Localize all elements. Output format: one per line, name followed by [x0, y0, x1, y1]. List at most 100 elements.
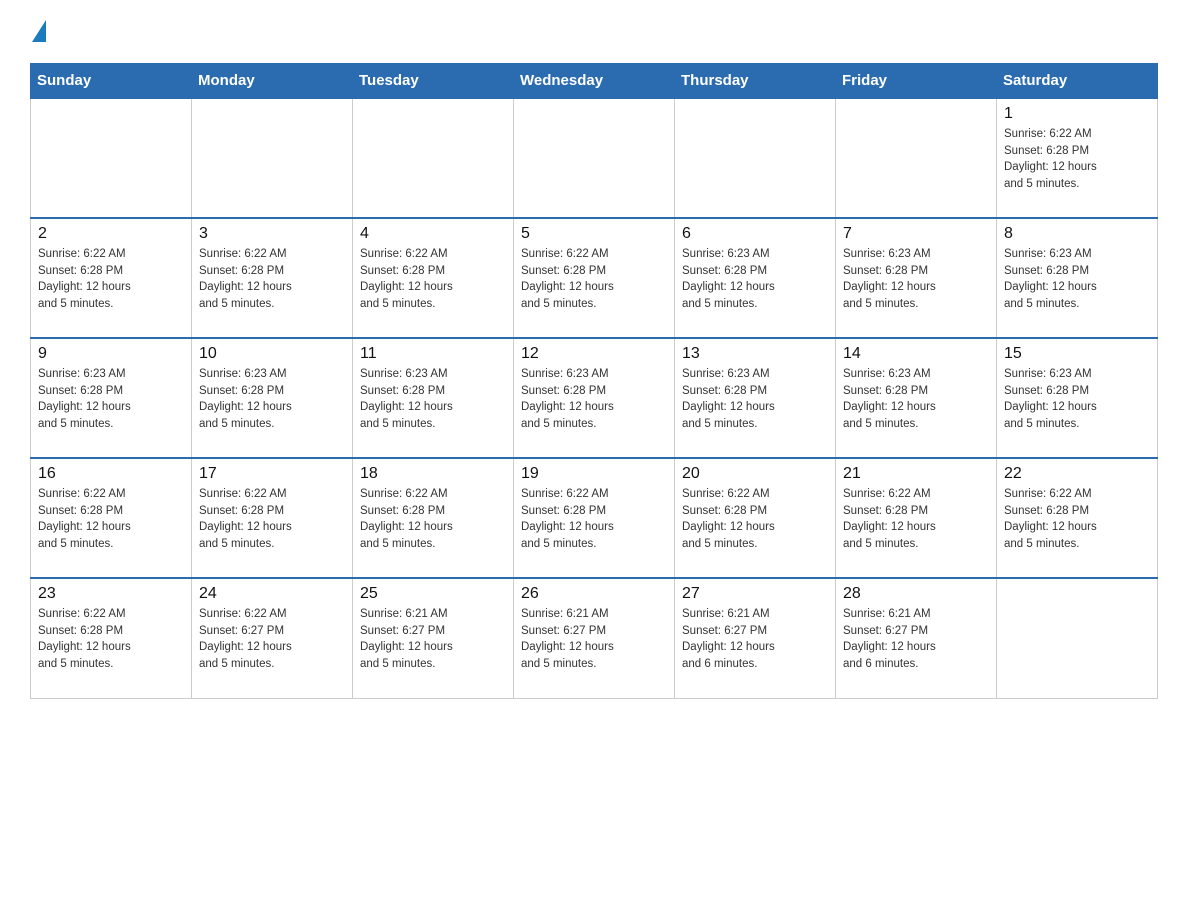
calendar-cell: 22Sunrise: 6:22 AMSunset: 6:28 PMDayligh…: [997, 458, 1158, 578]
day-number: 15: [1004, 345, 1150, 363]
calendar-cell: 24Sunrise: 6:22 AMSunset: 6:27 PMDayligh…: [192, 578, 353, 698]
day-info: Sunrise: 6:22 AMSunset: 6:28 PMDaylight:…: [360, 486, 506, 553]
day-number: 12: [521, 345, 667, 363]
day-number: 7: [843, 225, 989, 243]
day-number: 5: [521, 225, 667, 243]
day-header-monday: Monday: [192, 64, 353, 99]
calendar-week-row: 16 Sunrise: 6:22 AMSunset: 6:28 PMDayligh…: [31, 458, 1158, 578]
calendar-header-row: SundayMondayTuesdayWednesdayThursdayFrid…: [31, 64, 1158, 99]
day-number: 23: [38, 585, 184, 603]
day-number: 1: [1004, 105, 1150, 123]
day-header-tuesday: Tuesday: [353, 64, 514, 99]
day-number: 17: [199, 465, 345, 483]
day-info: Sunrise: 6:22 AMSunset: 6:28 PMDaylight:…: [38, 246, 184, 313]
day-header-friday: Friday: [836, 64, 997, 99]
calendar-cell: 13Sunrise: 6:23 AMSunset: 6:28 PMDayligh…: [675, 338, 836, 458]
calendar-week-row: 1 Sunrise: 6:22 AMSunset: 6:28 PMDaylight…: [31, 98, 1158, 218]
calendar-cell: [997, 578, 1158, 698]
calendar-cell: 16 Sunrise: 6:22 AMSunset: 6:28 PMDayligh…: [31, 458, 192, 578]
day-info: Sunrise: 6:23 AMSunset: 6:28 PMDaylight:…: [199, 366, 345, 433]
day-info: Sunrise: 6:23 AMSunset: 6:28 PMDaylight:…: [1004, 246, 1150, 313]
calendar-cell: 6 Sunrise: 6:23 AMSunset: 6:28 PMDaylight…: [675, 218, 836, 338]
day-info: Sunrise: 6:23 AMSunset: 6:28 PMDaylight:…: [682, 366, 828, 433]
calendar-cell: [514, 98, 675, 218]
calendar-cell: 1 Sunrise: 6:22 AMSunset: 6:28 PMDaylight…: [997, 98, 1158, 218]
calendar-cell: [192, 98, 353, 218]
calendar-cell: [31, 98, 192, 218]
day-info: Sunrise: 6:22 AMSunset: 6:28 PMDaylight:…: [38, 486, 184, 553]
calendar-cell: 4 Sunrise: 6:22 AMSunset: 6:28 PMDaylight…: [353, 218, 514, 338]
calendar-week-row: 9 Sunrise: 6:23 AMSunset: 6:28 PMDaylight…: [31, 338, 1158, 458]
calendar-cell: 17 Sunrise: 6:22 AMSunset: 6:28 PMDayligh…: [192, 458, 353, 578]
day-number: 6: [682, 225, 828, 243]
day-info: Sunrise: 6:21 AMSunset: 6:27 PMDaylight:…: [521, 606, 667, 673]
day-number: 27: [682, 585, 828, 603]
calendar-cell: 20 Sunrise: 6:22 AMSunset: 6:28 PMDayligh…: [675, 458, 836, 578]
day-number: 18: [360, 465, 506, 483]
day-info: Sunrise: 6:22 AMSunset: 6:28 PMDaylight:…: [360, 246, 506, 313]
day-info: Sunrise: 6:22 AMSunset: 6:28 PMDaylight:…: [521, 486, 667, 553]
day-info: Sunrise: 6:22 AMSunset: 6:28 PMDaylight:…: [1004, 126, 1150, 193]
day-info: Sunrise: 6:22 AMSunset: 6:28 PMDaylight:…: [682, 486, 828, 553]
day-info: Sunrise: 6:23 AMSunset: 6:28 PMDaylight:…: [38, 366, 184, 433]
day-info: Sunrise: 6:23 AMSunset: 6:28 PMDaylight:…: [1004, 366, 1150, 433]
day-number: 16: [38, 465, 184, 483]
calendar-cell: [353, 98, 514, 218]
day-info: Sunrise: 6:22 AMSunset: 6:28 PMDaylight:…: [843, 486, 989, 553]
day-number: 8: [1004, 225, 1150, 243]
day-info: Sunrise: 6:21 AMSunset: 6:27 PMDaylight:…: [682, 606, 828, 673]
day-header-wednesday: Wednesday: [514, 64, 675, 99]
calendar-cell: 11 Sunrise: 6:23 AMSunset: 6:28 PMDayligh…: [353, 338, 514, 458]
day-number: 19: [521, 465, 667, 483]
day-number: 28: [843, 585, 989, 603]
logo-arrow: [32, 20, 46, 45]
calendar-cell: 26Sunrise: 6:21 AMSunset: 6:27 PMDayligh…: [514, 578, 675, 698]
day-info: Sunrise: 6:21 AMSunset: 6:27 PMDaylight:…: [843, 606, 989, 673]
calendar-cell: 21 Sunrise: 6:22 AMSunset: 6:28 PMDayligh…: [836, 458, 997, 578]
day-info: Sunrise: 6:23 AMSunset: 6:28 PMDaylight:…: [682, 246, 828, 313]
day-info: Sunrise: 6:22 AMSunset: 6:27 PMDaylight:…: [199, 606, 345, 673]
calendar-cell: 14 Sunrise: 6:23 AMSunset: 6:28 PMDayligh…: [836, 338, 997, 458]
calendar-week-row: 23 Sunrise: 6:22 AMSunset: 6:28 PMDayligh…: [31, 578, 1158, 698]
calendar-cell: 10Sunrise: 6:23 AMSunset: 6:28 PMDayligh…: [192, 338, 353, 458]
day-info: Sunrise: 6:23 AMSunset: 6:28 PMDaylight:…: [843, 246, 989, 313]
day-info: Sunrise: 6:23 AMSunset: 6:28 PMDaylight:…: [843, 366, 989, 433]
calendar-table: SundayMondayTuesdayWednesdayThursdayFrid…: [30, 63, 1158, 699]
day-info: Sunrise: 6:22 AMSunset: 6:28 PMDaylight:…: [199, 486, 345, 553]
day-number: 14: [843, 345, 989, 363]
calendar-cell: [836, 98, 997, 218]
calendar-cell: 8 Sunrise: 6:23 AMSunset: 6:28 PMDaylight…: [997, 218, 1158, 338]
calendar-cell: 18 Sunrise: 6:22 AMSunset: 6:28 PMDayligh…: [353, 458, 514, 578]
calendar-cell: [675, 98, 836, 218]
day-header-saturday: Saturday: [997, 64, 1158, 99]
day-number: 3: [199, 225, 345, 243]
logo: [30, 20, 46, 45]
day-number: 11: [360, 345, 506, 363]
day-number: 25: [360, 585, 506, 603]
calendar-cell: 25 Sunrise: 6:21 AMSunset: 6:27 PMDayligh…: [353, 578, 514, 698]
calendar-week-row: 2 Sunrise: 6:22 AMSunset: 6:28 PMDaylight…: [31, 218, 1158, 338]
page-header: [30, 20, 1158, 45]
calendar-cell: 28 Sunrise: 6:21 AMSunset: 6:27 PMDayligh…: [836, 578, 997, 698]
day-number: 9: [38, 345, 184, 363]
day-header-thursday: Thursday: [675, 64, 836, 99]
day-info: Sunrise: 6:23 AMSunset: 6:28 PMDaylight:…: [521, 366, 667, 433]
day-info: Sunrise: 6:22 AMSunset: 6:28 PMDaylight:…: [199, 246, 345, 313]
calendar-cell: 7 Sunrise: 6:23 AMSunset: 6:28 PMDaylight…: [836, 218, 997, 338]
day-info: Sunrise: 6:23 AMSunset: 6:28 PMDaylight:…: [360, 366, 506, 433]
logo-triangle-icon: [32, 20, 46, 42]
calendar-cell: 19 Sunrise: 6:22 AMSunset: 6:28 PMDayligh…: [514, 458, 675, 578]
day-number: 4: [360, 225, 506, 243]
day-number: 2: [38, 225, 184, 243]
calendar-cell: 27 Sunrise: 6:21 AMSunset: 6:27 PMDayligh…: [675, 578, 836, 698]
day-info: Sunrise: 6:22 AMSunset: 6:28 PMDaylight:…: [521, 246, 667, 313]
calendar-cell: 9 Sunrise: 6:23 AMSunset: 6:28 PMDaylight…: [31, 338, 192, 458]
calendar-cell: 5 Sunrise: 6:22 AMSunset: 6:28 PMDaylight…: [514, 218, 675, 338]
day-info: Sunrise: 6:22 AMSunset: 6:28 PMDaylight:…: [38, 606, 184, 673]
calendar-cell: 12 Sunrise: 6:23 AMSunset: 6:28 PMDayligh…: [514, 338, 675, 458]
calendar-cell: 3 Sunrise: 6:22 AMSunset: 6:28 PMDaylight…: [192, 218, 353, 338]
day-number: 20: [682, 465, 828, 483]
calendar-cell: 23 Sunrise: 6:22 AMSunset: 6:28 PMDayligh…: [31, 578, 192, 698]
day-info: Sunrise: 6:21 AMSunset: 6:27 PMDaylight:…: [360, 606, 506, 673]
day-number: 21: [843, 465, 989, 483]
